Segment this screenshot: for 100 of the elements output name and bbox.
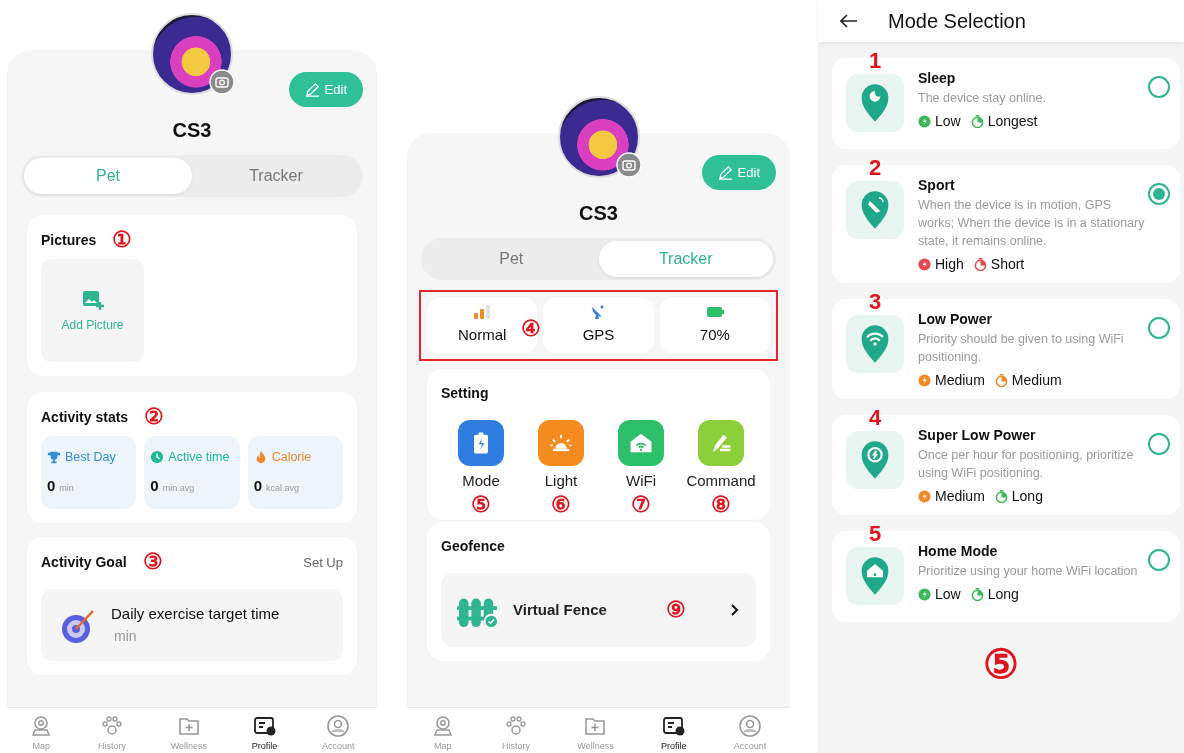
nav-tab[interactable]: Profile (251, 714, 278, 753)
annotation-number: ④ (521, 318, 541, 340)
annotation-number: ⑥ (551, 494, 571, 516)
add-picture-button[interactable]: Add Picture (41, 259, 144, 362)
profile-card-icon (661, 714, 686, 738)
power-level: High (935, 255, 964, 274)
edit-button[interactable]: Edit (701, 155, 776, 190)
annotation-number: 2 (868, 157, 882, 179)
annotation-number: ③ (142, 551, 163, 574)
radio-button[interactable] (1148, 183, 1170, 205)
pet-name: CS3 (171, 118, 213, 143)
pencil-icon (717, 165, 733, 180)
stat-label: Active time (168, 449, 230, 466)
annotation-number: 3 (868, 291, 882, 313)
status-label: 70% (699, 325, 730, 345)
annotation-number: ⑧ (711, 494, 731, 516)
goal-unit: min (113, 626, 138, 646)
annotation-number: ⑤ (471, 494, 491, 516)
nav-tab[interactable]: History (501, 714, 530, 753)
battery-icon (705, 304, 724, 320)
goal-label: Daily exercise target time (111, 604, 280, 625)
radio-button[interactable] (1148, 317, 1170, 339)
mode-title: Super Low Power (918, 426, 1037, 445)
mode-description: The device stay online. (918, 90, 1047, 107)
battery-life: Long (987, 585, 1019, 604)
annotation-number: 4 (868, 407, 882, 429)
radio-button[interactable] (1148, 433, 1170, 455)
annotation-number: ⑤ (983, 644, 1019, 684)
annotation-number: 1 (868, 50, 882, 72)
set-up-link[interactable]: Set Up (303, 552, 343, 572)
tab[interactable]: Tracker (192, 158, 360, 194)
annotation-number: 5 (868, 523, 882, 545)
nav-tab[interactable]: Wellness (170, 714, 208, 753)
location-pin-icon (859, 556, 891, 596)
section-title: Pictures (41, 230, 97, 250)
setting-item[interactable]: Mode (441, 419, 521, 492)
edit-button[interactable]: Edit (288, 72, 363, 107)
camera-icon[interactable] (615, 152, 642, 178)
paw-icon (100, 714, 125, 738)
setting-label: WiFi (626, 470, 656, 491)
tab[interactable]: Pet (424, 241, 599, 277)
stat-value: 0 (150, 475, 159, 496)
nav-tab[interactable]: Wellness (577, 714, 614, 753)
section-title: Geofence (441, 537, 505, 556)
annotation-number: ⑦ (631, 494, 651, 516)
setting-item[interactable]: Light (521, 419, 601, 492)
mode-description: Prioritize using your home WiFi location (918, 563, 1139, 580)
power-level: Low (935, 112, 961, 131)
battery-life: Short (990, 255, 1025, 274)
setting-label: Command (686, 470, 756, 491)
camera-icon[interactable] (209, 69, 235, 95)
power-level: Medium (935, 487, 985, 506)
nav-tab[interactable]: Account (322, 714, 355, 753)
back-arrow-icon[interactable] (840, 14, 858, 28)
fence-label: Virtual Fence (513, 599, 607, 620)
stat-value: 0 (47, 475, 56, 496)
stat-label: Best Day (65, 449, 116, 466)
radio-button[interactable] (1148, 76, 1170, 98)
location-pin-icon (859, 83, 891, 123)
mode-description: When the device is in motion, GPS works; When the device is in a stationary state, it remains online. (918, 197, 1146, 250)
nav-tab[interactable]: History (98, 714, 127, 753)
nav-tab[interactable]: Map (29, 714, 54, 753)
nav-tab[interactable]: Profile (660, 714, 687, 753)
nav-tab[interactable]: Account (733, 714, 767, 753)
signal-bars-icon (473, 304, 492, 320)
battery-life: Longest (987, 112, 1038, 131)
setting-item[interactable]: Command (681, 419, 761, 492)
section-title: Activity Goal (41, 552, 127, 572)
stat-label: Calorie (271, 449, 312, 466)
section-title: Activity stats (41, 407, 129, 427)
mode-title: Sleep (918, 69, 957, 88)
nav-tab[interactable]: Map (430, 714, 455, 753)
battery-life: Medium (1011, 371, 1062, 390)
annotation-number: ① (112, 229, 133, 251)
pencil-icon (304, 82, 320, 97)
paw-icon (503, 714, 528, 738)
account-icon (738, 714, 763, 738)
location-pin-icon (859, 324, 891, 364)
setting-label: Light (544, 470, 578, 491)
power-level: Medium (935, 371, 985, 390)
location-pin-icon (859, 440, 891, 480)
tab[interactable]: Pet (24, 158, 192, 194)
pet-name: CS3 (578, 201, 619, 226)
setting-label: Mode (462, 470, 500, 491)
stat-unit: kcal avg (266, 481, 300, 495)
stat-value: 0 (253, 475, 262, 496)
mode-title: Low Power (918, 310, 993, 329)
setting-item[interactable]: WiFi (601, 419, 681, 492)
status-label: GPS (582, 325, 615, 345)
account-icon (326, 714, 351, 738)
mode-description: Once per hour for positioning, prioritize using WiFi positioning. (918, 447, 1135, 482)
radio-button[interactable] (1148, 549, 1170, 571)
virtual-fence-row[interactable]: Virtual Fence ⑨ (441, 573, 756, 647)
annotation-number: ⑨ (666, 599, 686, 621)
chevron-right-icon (730, 603, 740, 617)
tab[interactable]: Tracker (598, 241, 773, 277)
mode-title: Home Mode (918, 542, 999, 561)
stat-unit: min (59, 481, 74, 495)
battery-life: Long (1011, 487, 1043, 506)
mode-description: Priority should be given to using WiFi positioning. (918, 331, 1125, 366)
